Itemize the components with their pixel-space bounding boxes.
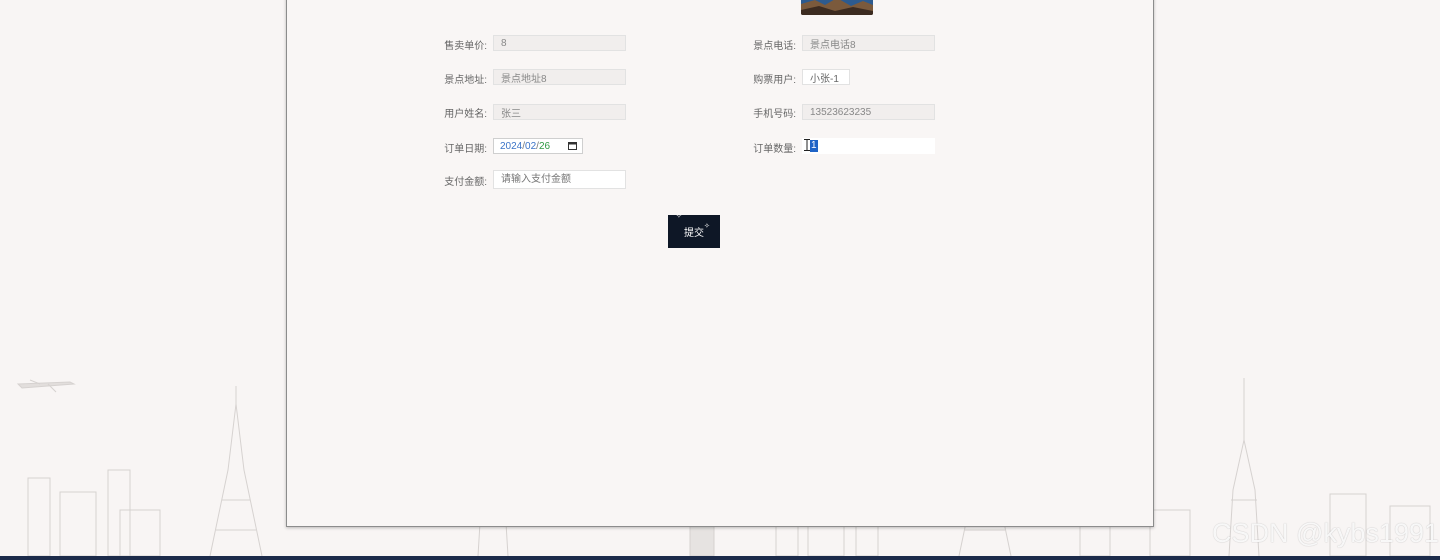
sparkle-icon: ✧ <box>704 223 710 230</box>
scenic-phone-label: 景点电话: <box>753 41 796 52</box>
watermark: CSDN @kybs1991 <box>1212 518 1439 548</box>
buyer-user-label: 购票用户: <box>753 75 796 86</box>
mobile-input[interactable] <box>802 104 935 120</box>
user-name-label: 用户姓名: <box>444 109 487 120</box>
order-qty-input[interactable]: 1 <box>802 138 935 154</box>
date-year: 2024 <box>500 140 523 152</box>
user-name-input[interactable] <box>493 104 626 120</box>
price-label: 售卖单价: <box>444 41 487 52</box>
order-form-panel: 售卖单价: 景点电话: 景点地址: 购票用户: 用户姓名: 手机号码: 订单日期… <box>286 0 1154 527</box>
pay-amount-input[interactable] <box>493 170 626 189</box>
date-day: 26 <box>538 140 551 152</box>
pay-amount-label: 支付金额: <box>444 177 487 188</box>
calendar-icon[interactable] <box>568 141 577 150</box>
scenic-image <box>801 0 873 15</box>
order-qty-label: 订单数量: <box>753 144 796 155</box>
text-cursor-icon <box>804 139 810 151</box>
order-date-label: 订单日期: <box>444 144 487 155</box>
sparkle-icon: ✧ <box>676 213 682 220</box>
order-date-picker[interactable]: 2024/02/26 <box>493 138 583 154</box>
mobile-label: 手机号码: <box>753 109 796 120</box>
price-input[interactable] <box>493 35 626 51</box>
order-qty-value: 1 <box>810 140 818 152</box>
date-month: 02 <box>525 140 537 152</box>
scenic-address-input[interactable] <box>493 69 626 85</box>
scenic-address-label: 景点地址: <box>444 75 487 86</box>
scenic-phone-input[interactable] <box>802 35 935 51</box>
bottom-bar <box>0 556 1440 560</box>
buyer-user-input[interactable] <box>802 69 850 85</box>
